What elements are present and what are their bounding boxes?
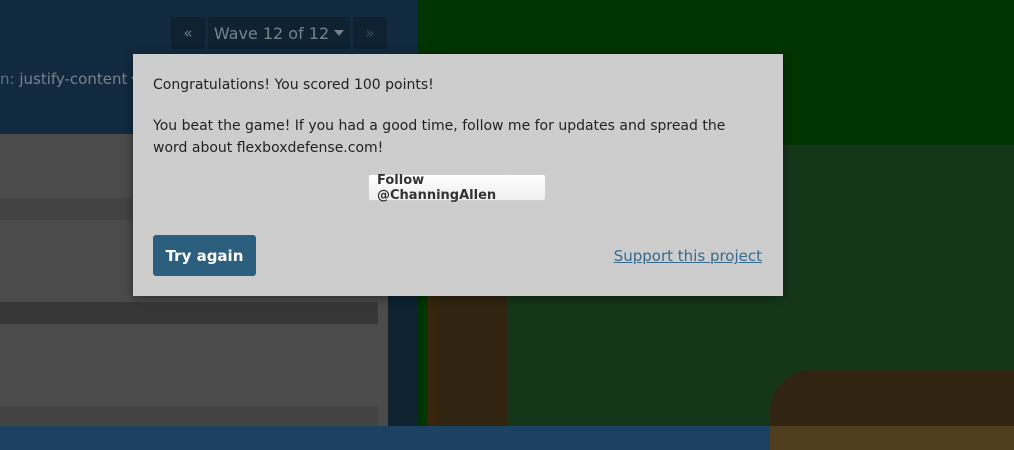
completion-message: You beat the game! If you had a good tim…: [153, 118, 726, 156]
score-message: Congratulations! You scored 100 points!: [153, 77, 434, 93]
follow-button[interactable]: Follow @ChanningAllen: [368, 173, 546, 203]
support-project-link[interactable]: Support this project: [614, 247, 762, 265]
try-again-button[interactable]: Try again: [153, 235, 256, 276]
game-complete-dialog: Congratulations! You scored 100 points! …: [133, 54, 783, 296]
